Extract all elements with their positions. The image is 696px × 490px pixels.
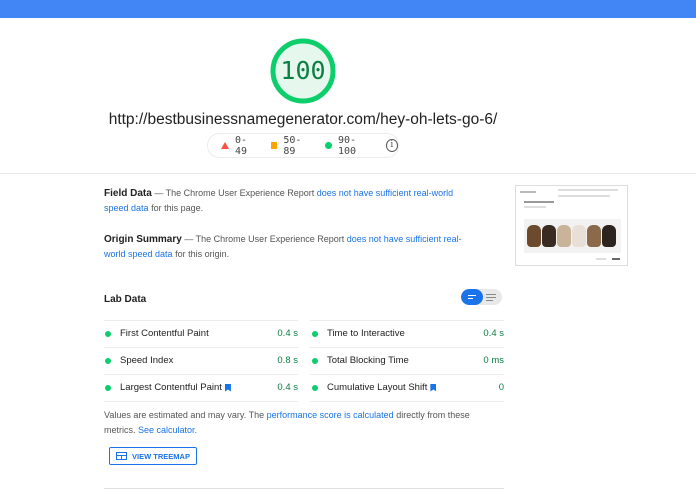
page-screenshot-thumbnail <box>515 185 628 266</box>
fail-triangle-icon <box>221 142 229 149</box>
info-icon[interactable]: i <box>385 139 398 152</box>
metric-first-contentful-paint: First Contentful Paint <box>105 320 209 347</box>
metric-value: 0 ms <box>483 355 504 366</box>
tested-url: http://bestbusinessnamegenerator.com/hey… <box>108 111 498 128</box>
field-data-section: Field Data — The Chrome User Experience … <box>104 188 454 213</box>
legend-pass: 90-100 <box>325 135 371 157</box>
compact-view-button[interactable] <box>461 289 483 305</box>
field-data-heading: Field Data <box>104 188 152 199</box>
treemap-icon <box>116 452 128 460</box>
metric-row: Speed Index 0.8 s Total Blocking Time 0 … <box>104 347 504 374</box>
performance-score-gauge: 100 <box>269 37 337 105</box>
metric-row: First Contentful Paint 0.4 s Time to Int… <box>104 320 504 347</box>
metric-value: 0 <box>498 382 504 393</box>
pass-circle-icon <box>312 384 318 391</box>
legend-average: 50-89 <box>270 135 312 157</box>
pass-circle-icon <box>105 330 111 337</box>
expanded-view-icon <box>486 294 496 295</box>
puppies-image <box>524 219 621 253</box>
metric-value: 0.4 s <box>277 328 298 339</box>
metric-cumulative-layout-shift: Cumulative Layout Shift <box>312 374 437 401</box>
origin-summary-section: Origin Summary — The Chrome User Experie… <box>104 234 462 259</box>
lab-data-heading: Lab Data <box>104 294 147 305</box>
average-square-icon <box>270 142 278 149</box>
score-legend: 0-49 50-89 90-100 i <box>207 133 399 158</box>
metric-time-to-interactive: Time to Interactive <box>312 320 405 347</box>
metric-speed-index: Speed Index <box>105 347 173 374</box>
metric-value: 0.4 s <box>277 382 298 393</box>
top-bar <box>0 0 696 18</box>
legend-fail: 0-49 <box>221 135 257 157</box>
metric-row: Largest Contentful Paint 0.4 s Cumulativ… <box>104 374 504 401</box>
performance-score-link[interactable]: performance score is calculated <box>267 410 394 420</box>
metric-value: 0.8 s <box>277 355 298 366</box>
metric-largest-contentful-paint: Largest Contentful Paint <box>105 374 231 401</box>
section-divider <box>104 488 504 489</box>
metric-value: 0.4 s <box>483 328 504 339</box>
view-treemap-button[interactable]: VIEW TREEMAP <box>109 447 197 465</box>
origin-summary-heading: Origin Summary <box>104 234 182 245</box>
pass-circle-icon <box>325 142 332 149</box>
header-divider <box>0 173 696 174</box>
performance-score-value: 100 <box>280 56 326 85</box>
see-calculator-link[interactable]: See calculator. <box>138 425 197 435</box>
estimate-note: Values are estimated and may vary. The p… <box>104 410 470 435</box>
pass-circle-icon <box>105 357 111 364</box>
pass-circle-icon <box>312 357 318 364</box>
metric-total-blocking-time: Total Blocking Time <box>312 347 409 374</box>
pass-circle-icon <box>105 384 111 391</box>
pass-circle-icon <box>312 330 318 337</box>
metrics-view-toggle[interactable] <box>461 289 502 305</box>
